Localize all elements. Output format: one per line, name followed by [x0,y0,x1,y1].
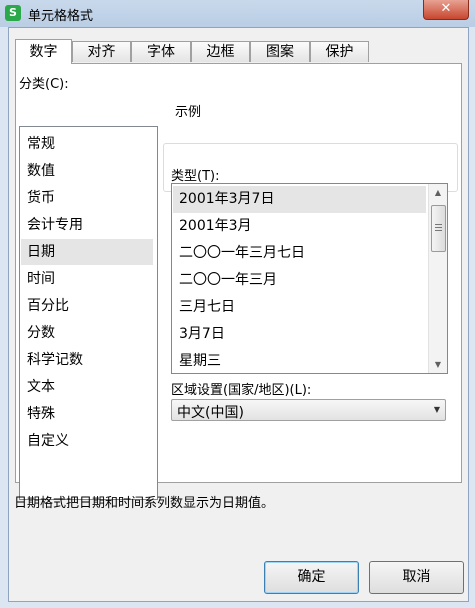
type-item[interactable]: 二〇〇一年三月 [173,267,426,294]
number-tab-panel: 分类(C): 常规 数值 货币 会计专用 日期 时间 百分比 分数 科学记数 文… [15,63,462,500]
tab-border[interactable]: 边框 [191,41,250,62]
spreadsheet-app-icon: S [5,5,21,21]
category-item-time[interactable]: 时间 [21,266,153,292]
type-item[interactable]: 2001年3月 [173,213,426,240]
type-item[interactable]: 2001年3月7日 [173,186,426,213]
category-item-percentage[interactable]: 百分比 [21,293,153,319]
type-item[interactable]: 星期三 [173,348,426,373]
cancel-button[interactable]: 取消 [369,561,464,594]
title-bar[interactable]: S 单元格格式 ✕ [0,0,475,27]
scroll-up-arrow-icon[interactable]: ▲ [429,184,447,201]
category-item-custom[interactable]: 自定义 [21,428,153,454]
window-title: 单元格格式 [28,9,94,24]
sample-label: 示例 [173,101,204,120]
scrollbar-thumb[interactable] [431,205,446,252]
category-item-date[interactable]: 日期 [21,239,153,265]
category-item-accounting[interactable]: 会计专用 [21,212,153,238]
locale-select-value: 中文(中国) [177,405,244,421]
category-list[interactable]: 常规 数值 货币 会计专用 日期 时间 百分比 分数 科学记数 文本 特殊 自定… [19,126,158,500]
category-item-text[interactable]: 文本 [21,374,153,400]
type-list-scrollbar[interactable]: ▲ ▼ [428,184,447,373]
close-button[interactable]: ✕ [423,0,469,20]
tab-font[interactable]: 字体 [131,41,191,62]
category-item-general[interactable]: 常规 [21,131,153,157]
scroll-down-arrow-icon[interactable]: ▼ [429,356,447,373]
tab-protection[interactable]: 保护 [310,41,369,62]
type-list[interactable]: 2001年3月7日 2001年3月 二〇〇一年三月七日 二〇〇一年三月 三月七日… [171,183,448,374]
category-label: 分类(C): [19,77,69,92]
ok-button[interactable]: 确定 [264,561,359,594]
type-item[interactable]: 三月七日 [173,294,426,321]
category-item-number[interactable]: 数值 [21,158,153,184]
category-item-special[interactable]: 特殊 [21,401,153,427]
tab-alignment[interactable]: 对齐 [72,41,131,62]
chevron-down-icon[interactable]: ▼ [434,405,440,414]
category-item-currency[interactable]: 货币 [21,185,153,211]
tab-number[interactable]: 数字 [15,39,72,64]
type-label: 类型(T): [171,169,220,184]
category-item-fraction[interactable]: 分数 [21,320,153,346]
category-item-scientific[interactable]: 科学记数 [21,347,153,373]
type-item[interactable]: 3月7日 [173,321,426,348]
tab-pattern[interactable]: 图案 [250,41,310,62]
dialog-body: 数字 对齐 字体 边框 图案 保护 分类(C): 常规 数值 货币 会计专用 日… [8,27,469,602]
format-description: 日期格式把日期和时间系列数显示为日期值。 [14,496,275,511]
type-item[interactable]: 二〇〇一年三月七日 [173,240,426,267]
locale-label: 区域设置(国家/地区)(L): [171,383,312,398]
locale-select[interactable]: 中文(中国) ▼ [171,399,446,421]
